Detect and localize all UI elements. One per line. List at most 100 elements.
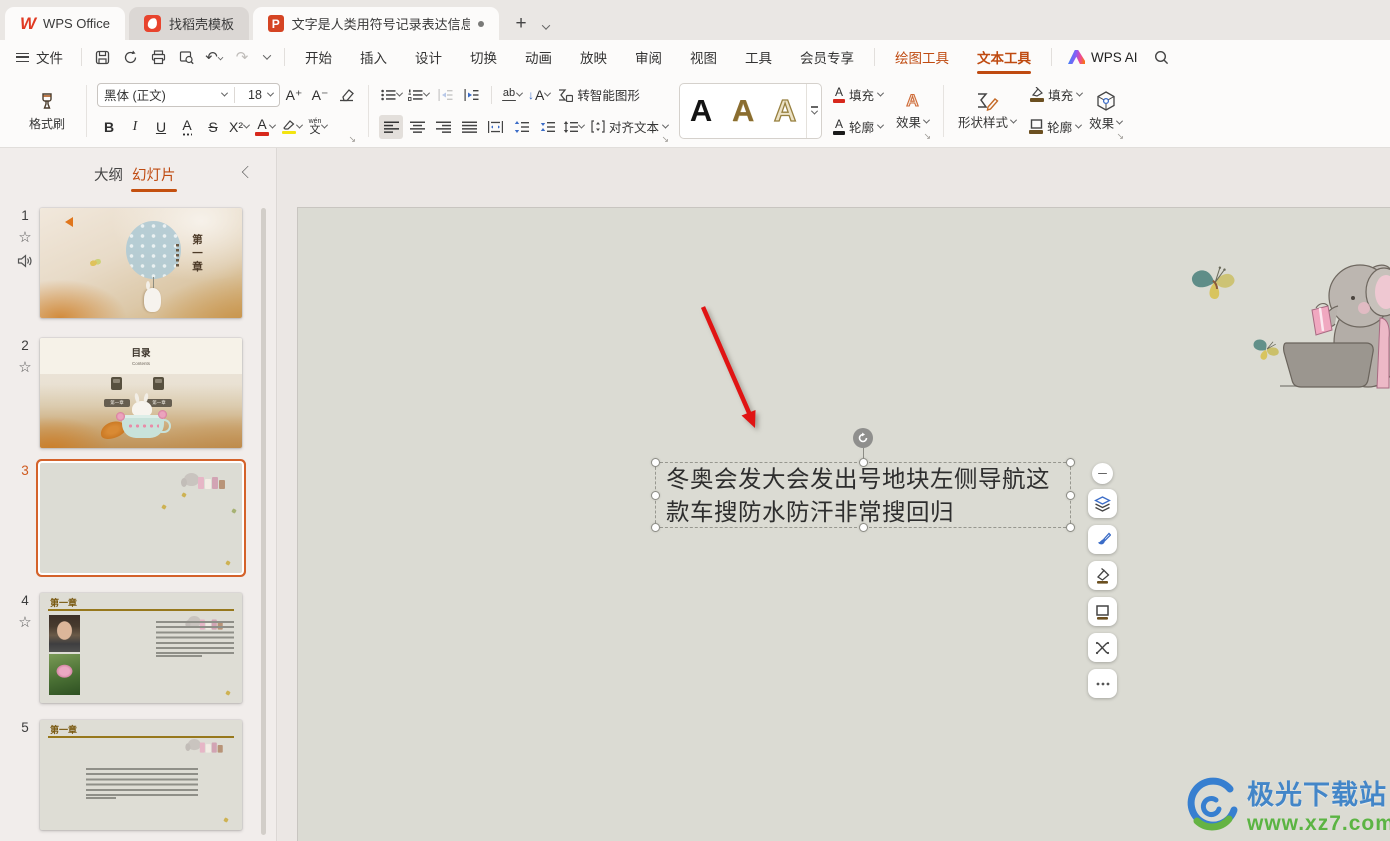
shape-effect-button[interactable]: 效果 ↘ [1085,83,1126,139]
more-options-button[interactable] [1088,669,1117,698]
gallery-more-button[interactable] [806,84,821,138]
menu-insert[interactable]: 插入 [346,40,401,74]
shape-style-button[interactable]: 形状样式 [954,83,1020,139]
font-size-select[interactable]: 18 [242,88,268,102]
highlight-button[interactable] [279,115,304,139]
font-name-select[interactable]: 黑体 (正文) [104,85,222,104]
menu-slideshow[interactable]: 放映 [566,40,621,74]
text-style-outline[interactable]: A [764,84,806,138]
align-left-button[interactable] [379,115,403,139]
export-button[interactable] [117,44,143,70]
shrink-font-button[interactable]: A⁻ [308,83,332,107]
resize-handle-e[interactable] [1066,491,1075,500]
smart-graphic-button[interactable]: 转智能图形 [554,82,643,108]
font-color-button[interactable]: A [253,115,277,139]
selected-textbox[interactable]: 冬奥会发大会发出号地块左侧导航这款车搜防水防汗非常搜回归 [655,462,1071,528]
style-brush-button[interactable] [1088,525,1117,554]
resize-handle-sw[interactable] [651,523,660,532]
file-menu-button[interactable]: 文件 [0,47,75,67]
save-button[interactable] [89,44,115,70]
quickbar-more-chevron-icon[interactable] [263,51,271,59]
grow-font-button[interactable]: A⁺ [282,83,306,107]
menu-tools[interactable]: 工具 [731,40,786,74]
text-outline-button[interactable]: A 轮廓 [830,114,886,140]
superscript-button[interactable]: X² [227,115,251,139]
menu-text-tools[interactable]: 文本工具 [963,40,1045,74]
tab-wps-home[interactable]: W WPS Office [5,7,125,40]
menu-home[interactable]: 开始 [291,40,346,74]
italic-button[interactable]: I [123,115,147,139]
rotate-handle[interactable] [853,428,873,448]
resize-handle-n[interactable] [859,458,868,467]
decrease-indent-button[interactable] [433,83,457,107]
distribute-button[interactable] [483,115,507,139]
resize-handle-se[interactable] [1066,523,1075,532]
vertical-text-button[interactable]: ↓ A [526,83,552,107]
tab-slides[interactable]: 幻灯片 [132,164,176,185]
textbox-text[interactable]: 冬奥会发大会发出号地块左侧导航这款车搜防水防汗非常搜回归 [666,463,1064,529]
align-center-button[interactable] [405,115,429,139]
bullets-button[interactable] [379,83,404,107]
panel-scrollbar[interactable] [261,208,266,835]
text-effect-button[interactable]: A 效果 ↘ [892,83,933,139]
line-spacing-button[interactable] [561,115,586,139]
text-style-gold[interactable]: A [722,84,764,138]
justify-button[interactable] [457,115,481,139]
resize-handle-w[interactable] [651,491,660,500]
align-right-button[interactable] [431,115,455,139]
tab-outline[interactable]: 大纲 [94,164,123,185]
underline-button[interactable]: U [149,115,173,139]
bold-button[interactable]: B [97,115,121,139]
shape-fill-button[interactable]: 填充 [1026,82,1085,108]
undo-button[interactable]: ↶ [201,44,227,70]
collapse-mini-toolbar-button[interactable] [1092,463,1113,484]
decrease-spacing-button[interactable] [535,115,559,139]
menu-transition[interactable]: 切换 [456,40,511,74]
menu-review[interactable]: 审阅 [621,40,676,74]
shape-group-expand-icon[interactable]: ↘ [1117,132,1125,141]
text-fill-button[interactable]: A 填充 [830,82,886,108]
text-group-expand-icon[interactable]: ↘ [924,132,932,141]
slide-4-thumbnail[interactable]: 第一章 [40,593,242,703]
menu-design[interactable]: 设计 [401,40,456,74]
search-button[interactable] [1149,44,1175,70]
increase-spacing-button[interactable] [509,115,533,139]
resize-handle-ne[interactable] [1066,458,1075,467]
text-style-black[interactable]: A [680,84,722,138]
slide-5-thumbnail[interactable]: 第一章 [40,720,242,830]
numbering-button[interactable] [406,83,431,107]
redo-button[interactable]: ↷ [229,44,255,70]
text-direction-button[interactable]: ab [500,83,524,107]
clear-format-button[interactable] [334,83,358,107]
new-tab-button[interactable]: + [509,12,533,36]
increase-indent-button[interactable] [459,83,483,107]
outline-color-button[interactable] [1088,597,1117,626]
font-size-chevron-icon[interactable] [267,90,274,97]
collapse-panel-icon[interactable] [242,166,254,178]
tab-document[interactable]: P 文字是人类用符号记录表达信息以 [253,7,499,40]
shape-outline-button[interactable]: 轮廓 [1026,114,1084,140]
align-text-button[interactable]: 对齐文本 [588,114,671,140]
font-name-chevron-icon[interactable] [221,90,228,97]
tab-list-chevron-icon[interactable] [542,21,550,29]
format-painter-button[interactable]: 格式刷 [18,80,76,142]
resize-handle-nw[interactable] [651,458,660,467]
slide-1-thumbnail[interactable]: 第一章 [40,208,242,318]
menu-member[interactable]: 会员专享 [786,40,868,74]
print-preview-button[interactable] [173,44,199,70]
menu-animation[interactable]: 动画 [511,40,566,74]
strikethrough-button[interactable]: S [201,115,225,139]
menu-view[interactable]: 视图 [676,40,731,74]
slide-3-thumbnail-selected[interactable] [40,463,242,573]
slide-2-thumbnail[interactable]: 目录 Contents 第一章 第一章 [40,338,242,448]
print-button[interactable] [145,44,171,70]
paragraph-group-expand-icon[interactable]: ↘ [661,135,669,144]
tab-docer-templates[interactable]: 找稻壳模板 [129,7,249,40]
effects-wand-button[interactable] [1088,633,1117,662]
fill-color-button[interactable] [1088,561,1117,590]
menu-drawing-tools[interactable]: 绘图工具 [881,40,963,74]
font-group-expand-icon[interactable]: ↘ [348,135,356,144]
emphasis-marks-button[interactable]: A [175,115,199,139]
pinyin-guide-button[interactable]: wén文 [306,115,330,139]
wps-ai-button[interactable]: WPS AI [1058,50,1148,65]
